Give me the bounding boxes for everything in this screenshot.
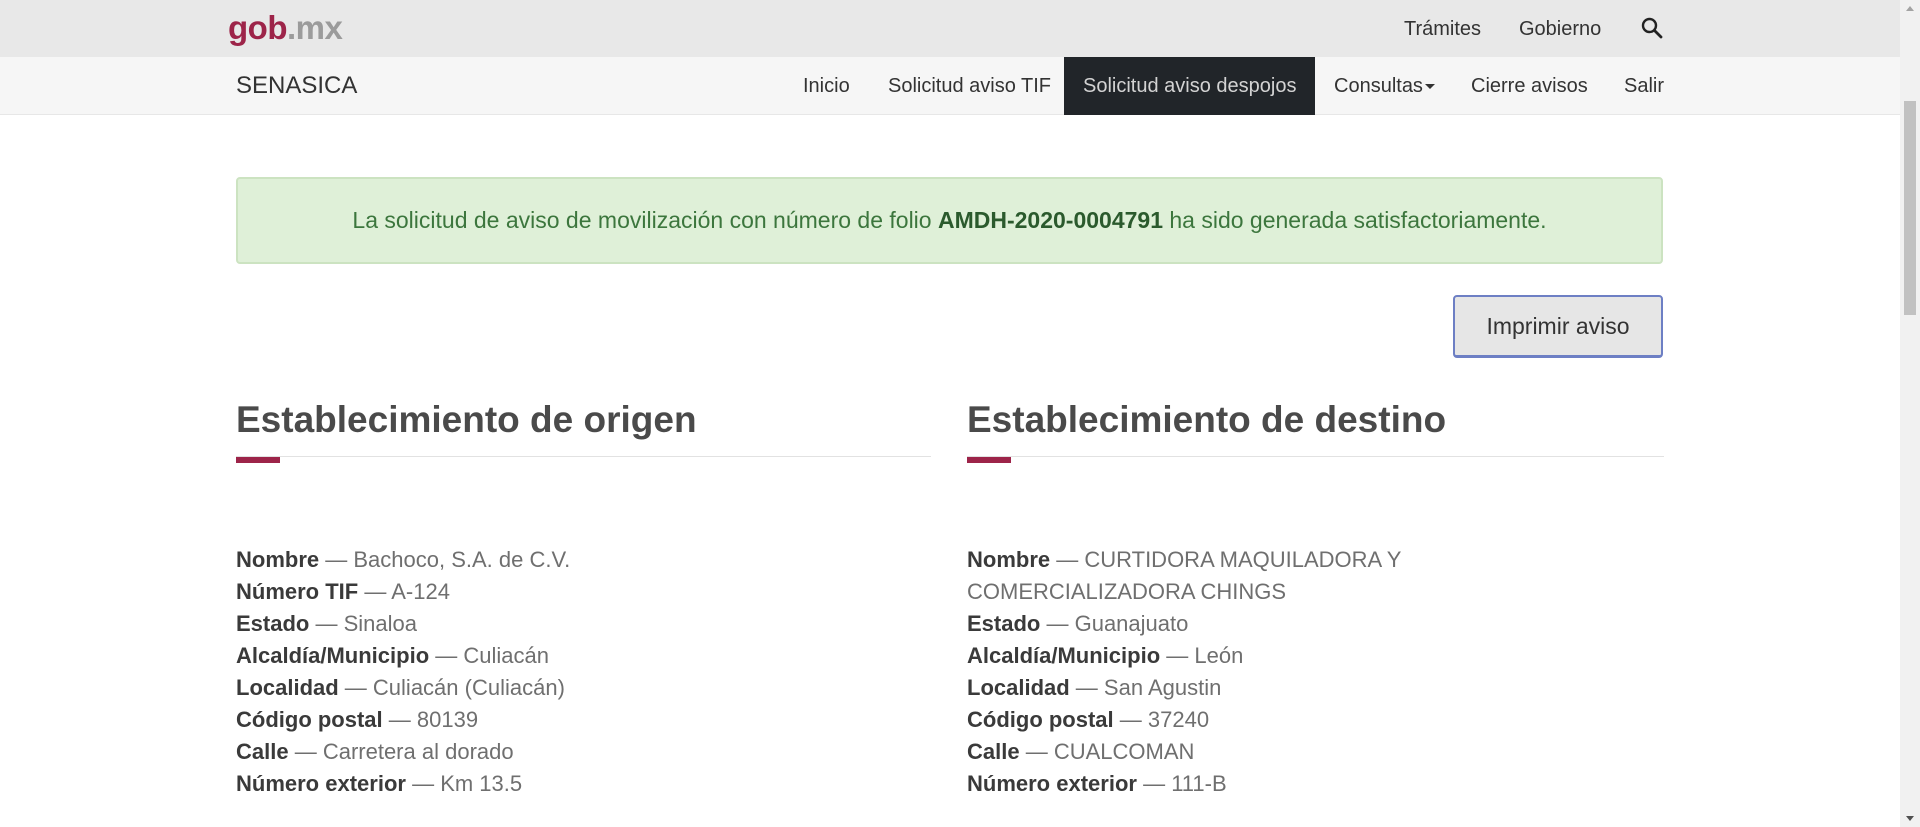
field-separator: —	[358, 579, 392, 604]
vertical-scrollbar[interactable]	[1900, 0, 1920, 827]
gob-link-gobierno[interactable]: Gobierno	[1519, 17, 1601, 41]
logo-mx-text: .mx	[286, 9, 343, 46]
destination-field-numero-exterior: Número exterior — 111-B	[967, 768, 1622, 800]
page-viewport: gob.mx Trámites Gobierno SENASICA Inicio…	[0, 0, 1900, 827]
field-separator: —	[1050, 547, 1085, 572]
destination-details: Nombre — CURTIDORA MAQUILADORA Y COMERCI…	[967, 544, 1622, 800]
field-label: Código postal	[236, 707, 383, 732]
field-separator: —	[1113, 707, 1148, 732]
field-label: Número exterior	[967, 771, 1137, 796]
field-separator: —	[429, 643, 464, 668]
destination-field-estado: Estado — Guanajuato	[967, 608, 1622, 640]
field-value: Carretera al dorado	[322, 739, 514, 764]
origin-field-estado: Estado — Sinaloa	[236, 608, 926, 640]
origin-field-codigo-postal: Código postal — 80139	[236, 704, 926, 736]
field-value: Guanajuato	[1074, 611, 1189, 636]
field-value: 37240	[1147, 707, 1210, 732]
origin-field-municipio: Alcaldía/Municipio — Culiacán	[236, 640, 926, 672]
origin-details: Nombre — Bachoco, S.A. de C.V. Número TI…	[236, 544, 926, 800]
field-value: A-124	[391, 579, 450, 604]
field-label: Estado	[236, 611, 310, 636]
origin-field-calle: Calle — Carretera al dorado	[236, 736, 926, 768]
field-separator: —	[309, 611, 344, 636]
scroll-up-arrow-icon[interactable]	[1906, 6, 1914, 11]
alert-text-after: ha sido generada satisfactoriamente.	[1162, 207, 1547, 233]
scroll-down-arrow-icon[interactable]	[1906, 816, 1914, 821]
destination-field-codigo-postal: Código postal — 37240	[967, 704, 1622, 736]
field-label: Localidad	[967, 675, 1070, 700]
nav-solicitud-aviso-tif[interactable]: Solicitud aviso TIF	[888, 57, 1051, 115]
gob-link-tramites[interactable]: Trámites	[1404, 17, 1481, 41]
destination-field-calle: Calle — CUALCOMAN	[967, 736, 1622, 768]
field-separator: —	[405, 771, 441, 796]
field-value: San Agustin	[1103, 675, 1222, 700]
field-label: Estado	[967, 611, 1041, 636]
destination-field-nombre: Nombre — CURTIDORA MAQUILADORA Y COMERCI…	[967, 544, 1622, 608]
field-separator: —	[382, 707, 417, 732]
caret-down-icon	[1424, 84, 1435, 90]
destination-section-title: Establecimiento de destino	[967, 399, 1447, 440]
field-value: Bachoco, S.A. de C.V.	[353, 547, 571, 572]
field-label: Localidad	[236, 675, 339, 700]
field-label: Calle	[236, 739, 289, 764]
field-value: León	[1194, 643, 1244, 668]
origin-title-divider	[236, 456, 931, 457]
folio-number: AMDH-2020-0004791	[937, 207, 1163, 233]
destination-field-localidad: Localidad — San Agustin	[967, 672, 1622, 704]
scrollbar-thumb[interactable]	[1904, 101, 1916, 315]
origin-field-numero-exterior: Número exterior — Km 13.5	[236, 768, 926, 800]
app-navbar: SENASICA Inicio Solicitud aviso TIF Soli…	[0, 57, 1900, 115]
origin-field-localidad: Localidad — Culiacán (Culiacán)	[236, 672, 926, 704]
search-icon[interactable]	[1640, 16, 1664, 40]
nav-consultas-dropdown[interactable]: Consultas	[1334, 57, 1435, 115]
field-value: CUALCOMAN	[1053, 739, 1195, 764]
field-separator: —	[319, 547, 354, 572]
field-label: Alcaldía/Municipio	[236, 643, 430, 668]
nav-cierre-avisos[interactable]: Cierre avisos	[1471, 57, 1588, 115]
field-separator: —	[1019, 739, 1054, 764]
origin-field-nombre: Nombre — Bachoco, S.A. de C.V.	[236, 544, 926, 576]
origin-field-numero-tif: Número TIF — A-124	[236, 576, 926, 608]
origin-section-title: Establecimiento de origen	[236, 399, 697, 440]
field-label: Número exterior	[236, 771, 406, 796]
success-alert: La solicitud de aviso de movilización co…	[236, 177, 1663, 264]
nav-solicitud-aviso-despojos[interactable]: Solicitud aviso despojos	[1064, 57, 1316, 115]
alert-text-before: La solicitud de aviso de movilización co…	[352, 207, 938, 233]
brand-senasica[interactable]: SENASICA	[236, 72, 357, 100]
field-value: Culiacán (Culiacán)	[372, 675, 565, 700]
field-value: Culiacán	[463, 643, 549, 668]
gob-header: gob.mx Trámites Gobierno	[0, 0, 1900, 57]
field-label: Número TIF	[236, 579, 359, 604]
gob-logo[interactable]: gob.mx	[228, 9, 343, 47]
field-label: Nombre	[967, 547, 1051, 572]
field-label: Alcaldía/Municipio	[967, 643, 1161, 668]
field-separator: —	[288, 739, 323, 764]
field-value: 80139	[416, 707, 479, 732]
destination-title-divider	[967, 456, 1664, 457]
field-value: 111-B	[1171, 771, 1227, 796]
field-separator: —	[338, 675, 373, 700]
field-separator: —	[1040, 611, 1075, 636]
field-separator: —	[1069, 675, 1104, 700]
logo-gob-text: gob	[228, 9, 287, 46]
nav-consultas-label: Consultas	[1334, 75, 1423, 97]
nav-salir[interactable]: Salir	[1624, 57, 1664, 115]
destination-title-accent	[967, 457, 1011, 463]
field-separator: —	[1136, 771, 1172, 796]
field-value: Sinaloa	[343, 611, 417, 636]
field-value: Km 13.5	[440, 771, 523, 796]
field-label: Calle	[967, 739, 1020, 764]
print-aviso-button[interactable]: Imprimir aviso	[1453, 295, 1663, 358]
origin-title-accent	[236, 457, 280, 463]
destination-field-municipio: Alcaldía/Municipio — León	[967, 640, 1622, 672]
field-label: Nombre	[236, 547, 320, 572]
field-separator: —	[1160, 643, 1195, 668]
nav-inicio[interactable]: Inicio	[803, 57, 850, 115]
field-label: Código postal	[967, 707, 1114, 732]
